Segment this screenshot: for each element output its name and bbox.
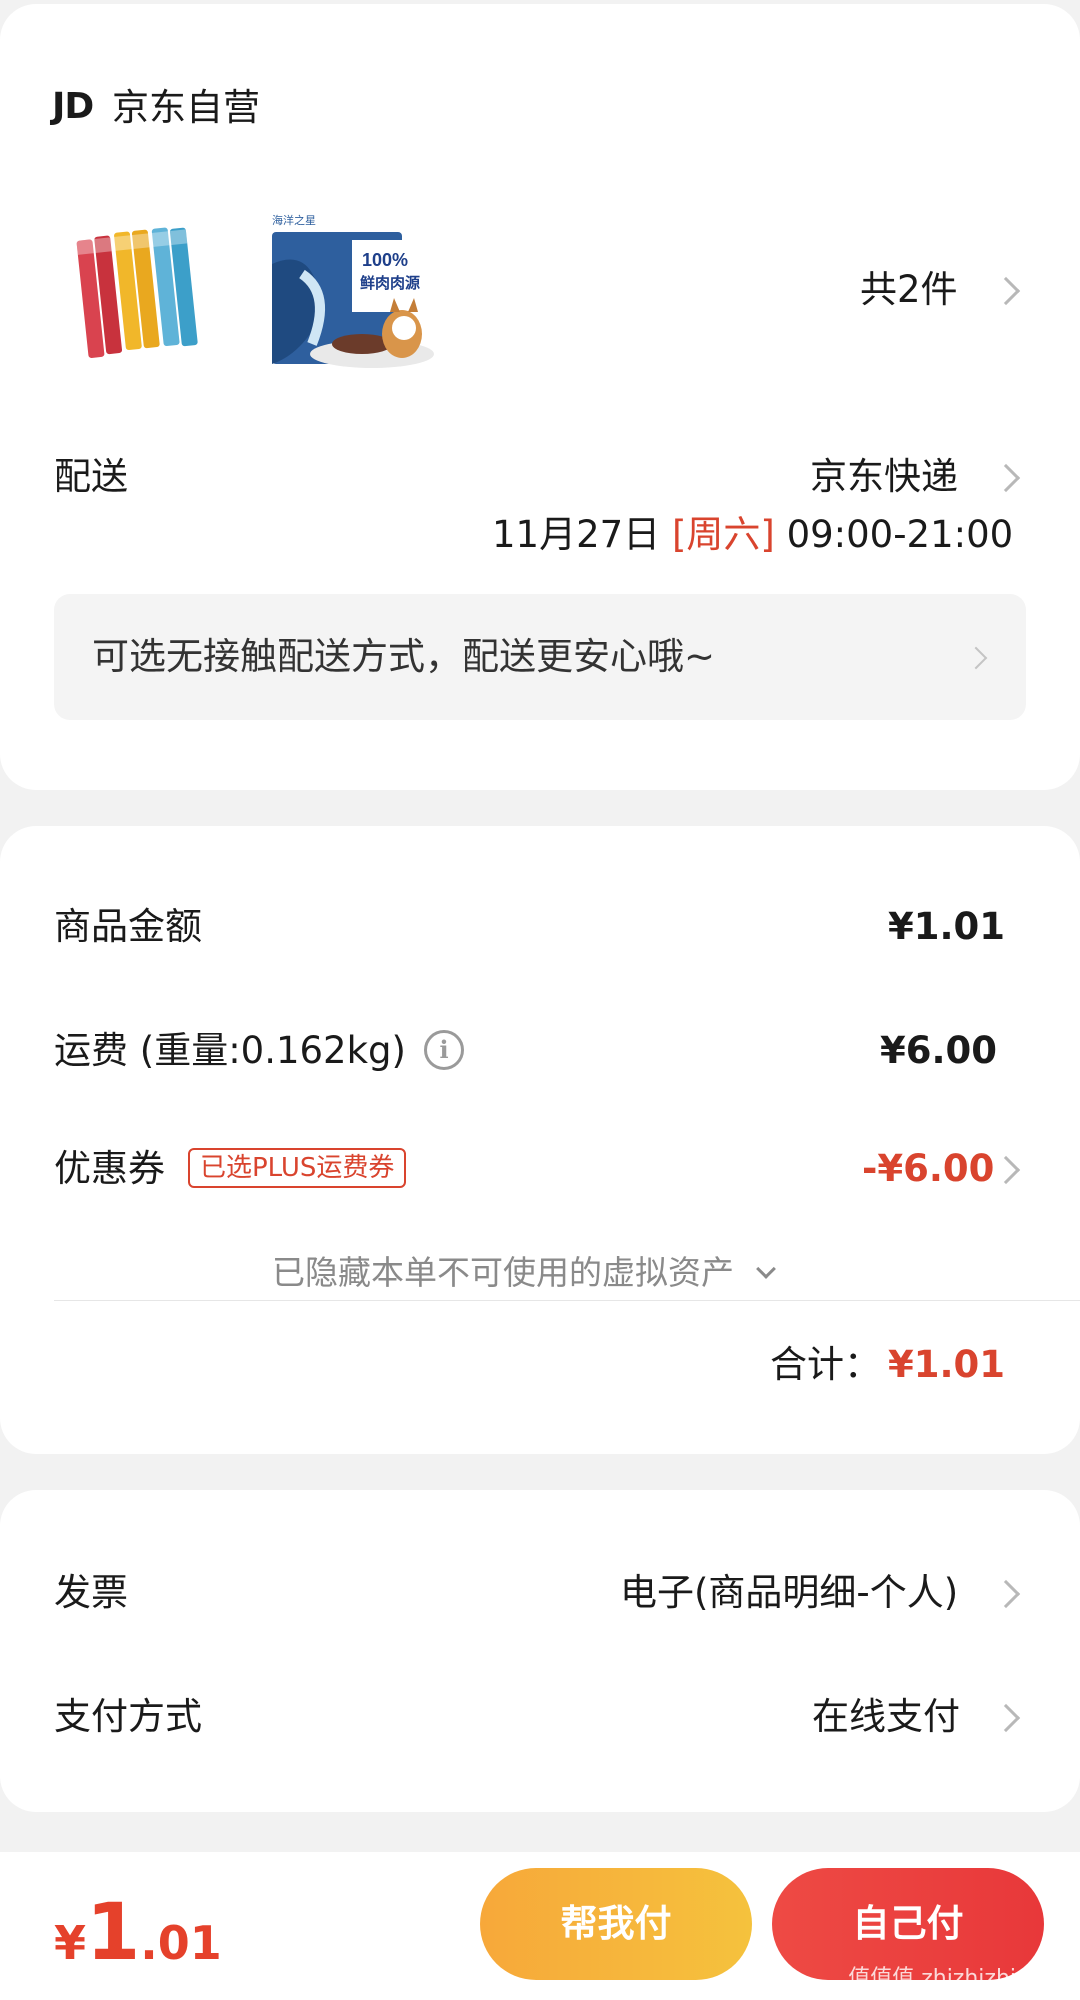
- payment-value[interactable]: 在线支付: [812, 1698, 960, 1735]
- shipping-weight: (重量:0.162kg): [139, 1029, 406, 1072]
- delivery-weekday: [周六]: [671, 513, 775, 556]
- watermark: 值值值 zhizhizhi.com: [848, 1966, 1070, 1991]
- dog-food-bag-image: 100% 鲜肉肉源 海洋之星: [272, 213, 436, 368]
- help-pay-button[interactable]: 帮我付: [480, 1868, 752, 1980]
- total-label: 合计：: [770, 1343, 881, 1386]
- shipping-label-text: 运费: [54, 1029, 128, 1072]
- notice-chevron-icon: [964, 646, 988, 670]
- delivery-time-row[interactable]: 11月27日 [周六] 09:00-21:00: [492, 516, 1013, 553]
- invoice-label: 发票: [54, 1571, 128, 1614]
- shop-card: JD 京东自营 100% 鲜肉肉源 海洋之星 共2件 配送 京东快递 11月27…: [0, 4, 1080, 790]
- coupon-tag: 已选PLUS运费券: [188, 1148, 407, 1188]
- coupon-label: 优惠券: [54, 1147, 165, 1190]
- delivery-method[interactable]: 京东快递: [810, 458, 958, 495]
- jd-logo: JD: [52, 86, 94, 127]
- shop-name: 京东自营: [112, 86, 260, 129]
- divider: [54, 1300, 1080, 1301]
- product-thumb-dog-food[interactable]: 100% 鲜肉肉源 海洋之星: [262, 204, 446, 374]
- payment-chevron-icon[interactable]: [991, 1703, 1021, 1733]
- price-card: 商品金额 ¥1.01 运费 (重量:0.162kg) i ¥6.00 优惠券 已…: [0, 826, 1080, 1454]
- shipping-label: 运费 (重量:0.162kg): [54, 1032, 406, 1069]
- invoice-value[interactable]: 电子(商品明细-个人): [620, 1574, 958, 1611]
- product-thumb-treat-tubes[interactable]: [70, 216, 220, 366]
- goods-amount-value: ¥1.01: [888, 905, 1006, 948]
- bag-brand: 海洋之星: [272, 213, 316, 227]
- item-count[interactable]: 共2件: [860, 271, 958, 308]
- invoice-chevron-icon[interactable]: [991, 1579, 1021, 1609]
- contactless-delivery-notice[interactable]: 可选无接触配送方式，配送更安心哦~: [54, 594, 1026, 720]
- payment-label: 支付方式: [54, 1695, 202, 1738]
- bag-text-percent: 100%: [362, 250, 408, 270]
- bag-text-fresh: 鲜肉肉源: [360, 274, 420, 292]
- shipping-info-icon[interactable]: i: [424, 1030, 464, 1070]
- bottom-currency: ¥: [54, 1916, 87, 1970]
- bottom-total-dec: .01: [140, 1916, 222, 1970]
- checkout-bar: ¥1.01 帮我付 自己付 值值值 zhizhizhi.com: [0, 1852, 1080, 2000]
- coupon-value[interactable]: -¥6.00: [862, 1150, 994, 1187]
- delivery-label: 配送: [54, 455, 128, 498]
- hidden-assets-toggle[interactable]: 已隐藏本单不可使用的虚拟资产: [272, 1246, 776, 1294]
- invoice-payment-card: 发票 电子(商品明细-个人) 支付方式 在线支付: [0, 1490, 1080, 1812]
- bottom-total: ¥1.01: [54, 1894, 222, 1972]
- item-count-chevron-icon[interactable]: [991, 276, 1021, 306]
- total-value: ¥1.01: [888, 1343, 1006, 1386]
- shipping-value: ¥6.00: [880, 1029, 998, 1072]
- hidden-assets-text: 已隐藏本单不可使用的虚拟资产: [272, 1253, 734, 1292]
- treat-tubes-image: [76, 227, 198, 358]
- chevron-down-icon: [755, 1259, 776, 1279]
- delivery-date: 11月27日: [492, 513, 661, 556]
- goods-amount-label: 商品金额: [54, 905, 202, 948]
- notice-text: 可选无接触配送方式，配送更安心哦~: [92, 635, 716, 678]
- bottom-total-int: 1: [86, 1888, 141, 1978]
- delivery-time: 09:00-21:00: [786, 513, 1014, 556]
- delivery-chevron-icon[interactable]: [991, 463, 1021, 493]
- coupon-chevron-icon[interactable]: [991, 1155, 1021, 1185]
